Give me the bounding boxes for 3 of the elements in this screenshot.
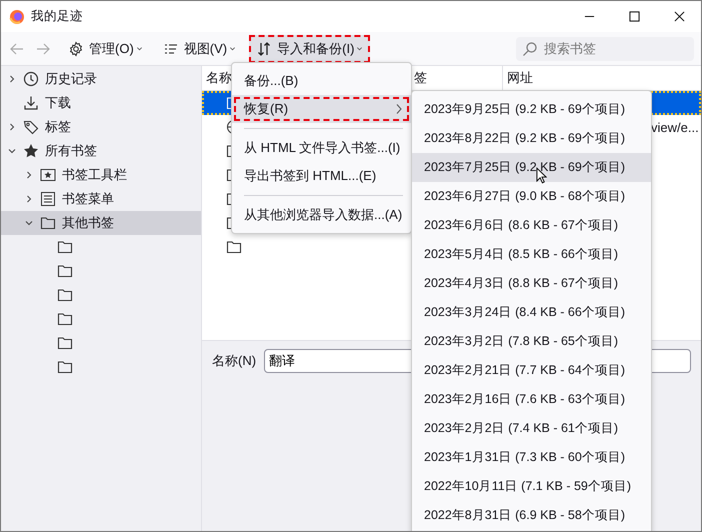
field-label: 名称(N) — [212, 352, 256, 370]
window-title: 我的足迹 — [31, 8, 83, 25]
url-cell: view/e... — [651, 120, 699, 134]
